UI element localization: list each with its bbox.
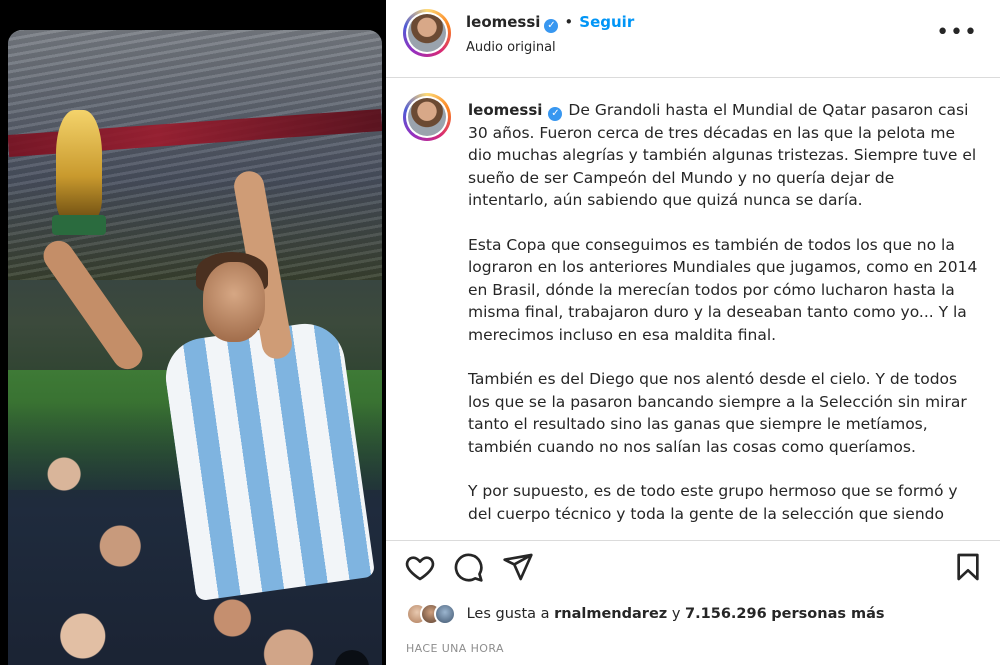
comment-icon[interactable]	[452, 551, 484, 583]
likes-count-link[interactable]: 7.156.296	[685, 606, 767, 622]
likes-text: Les gusta a rnalmendarez y 7.156.296 per…	[467, 606, 885, 622]
verified-badge-icon: ✓	[544, 19, 559, 33]
post-panel: leomessi ✓ • Seguir Audio original ••• leom…	[386, 0, 1000, 665]
more-options-icon[interactable]: •••	[936, 20, 978, 45]
heart-icon[interactable]	[404, 551, 436, 583]
likes-suffix[interactable]: personas más	[771, 606, 884, 622]
caption-paragraph: Esta Copa que conseguimos es también de …	[468, 235, 978, 344]
caption-paragraph: Y por supuesto, es de todo este grupo he…	[468, 482, 958, 523]
post-photo	[8, 30, 382, 665]
caption-avatar[interactable]	[403, 93, 451, 141]
audio-link[interactable]: Audio original	[466, 40, 556, 55]
world-cup-trophy	[56, 110, 102, 220]
separator-dot: •	[564, 13, 574, 31]
likes-row: Les gusta a rnalmendarez y 7.156.296 per…	[406, 603, 885, 625]
header-user-row: leomessi ✓ • Seguir	[466, 13, 634, 33]
post-actions: Les gusta a rnalmendarez y 7.156.296 per…	[386, 540, 1000, 665]
likes-connector: y	[671, 606, 681, 622]
caption-username-link[interactable]: leomessi	[468, 101, 542, 119]
caption-paragraph: También es del Diego que nos alentó desd…	[468, 370, 967, 456]
caption-paragraph: De Grandoli hasta el Mundial de Qatar pa…	[468, 101, 977, 209]
liker-username-link[interactable]: rnalmendarez	[554, 606, 667, 622]
username-link[interactable]: leomessi	[466, 13, 540, 31]
trophy-base	[52, 215, 106, 235]
caption-text: leomessi ✓ De Grandoli hasta el Mundial de…	[468, 99, 978, 539]
likes-prefix: Les gusta a	[466, 606, 550, 622]
bookmark-icon[interactable]	[952, 551, 984, 583]
liker-avatar	[434, 603, 456, 625]
verified-badge-icon: ✓	[548, 107, 563, 121]
player-head	[203, 262, 265, 342]
send-icon[interactable]	[502, 551, 534, 583]
post-timestamp[interactable]: HACE UNA HORA	[406, 642, 504, 655]
post-header: leomessi ✓ • Seguir Audio original •••	[386, 0, 1000, 78]
profile-avatar[interactable]	[403, 9, 451, 57]
post-caption: leomessi ✓ De Grandoli hasta el Mundial de…	[386, 79, 1000, 539]
post-media[interactable]	[0, 0, 386, 665]
follow-button[interactable]: Seguir	[579, 13, 634, 31]
player-jersey	[160, 318, 376, 602]
